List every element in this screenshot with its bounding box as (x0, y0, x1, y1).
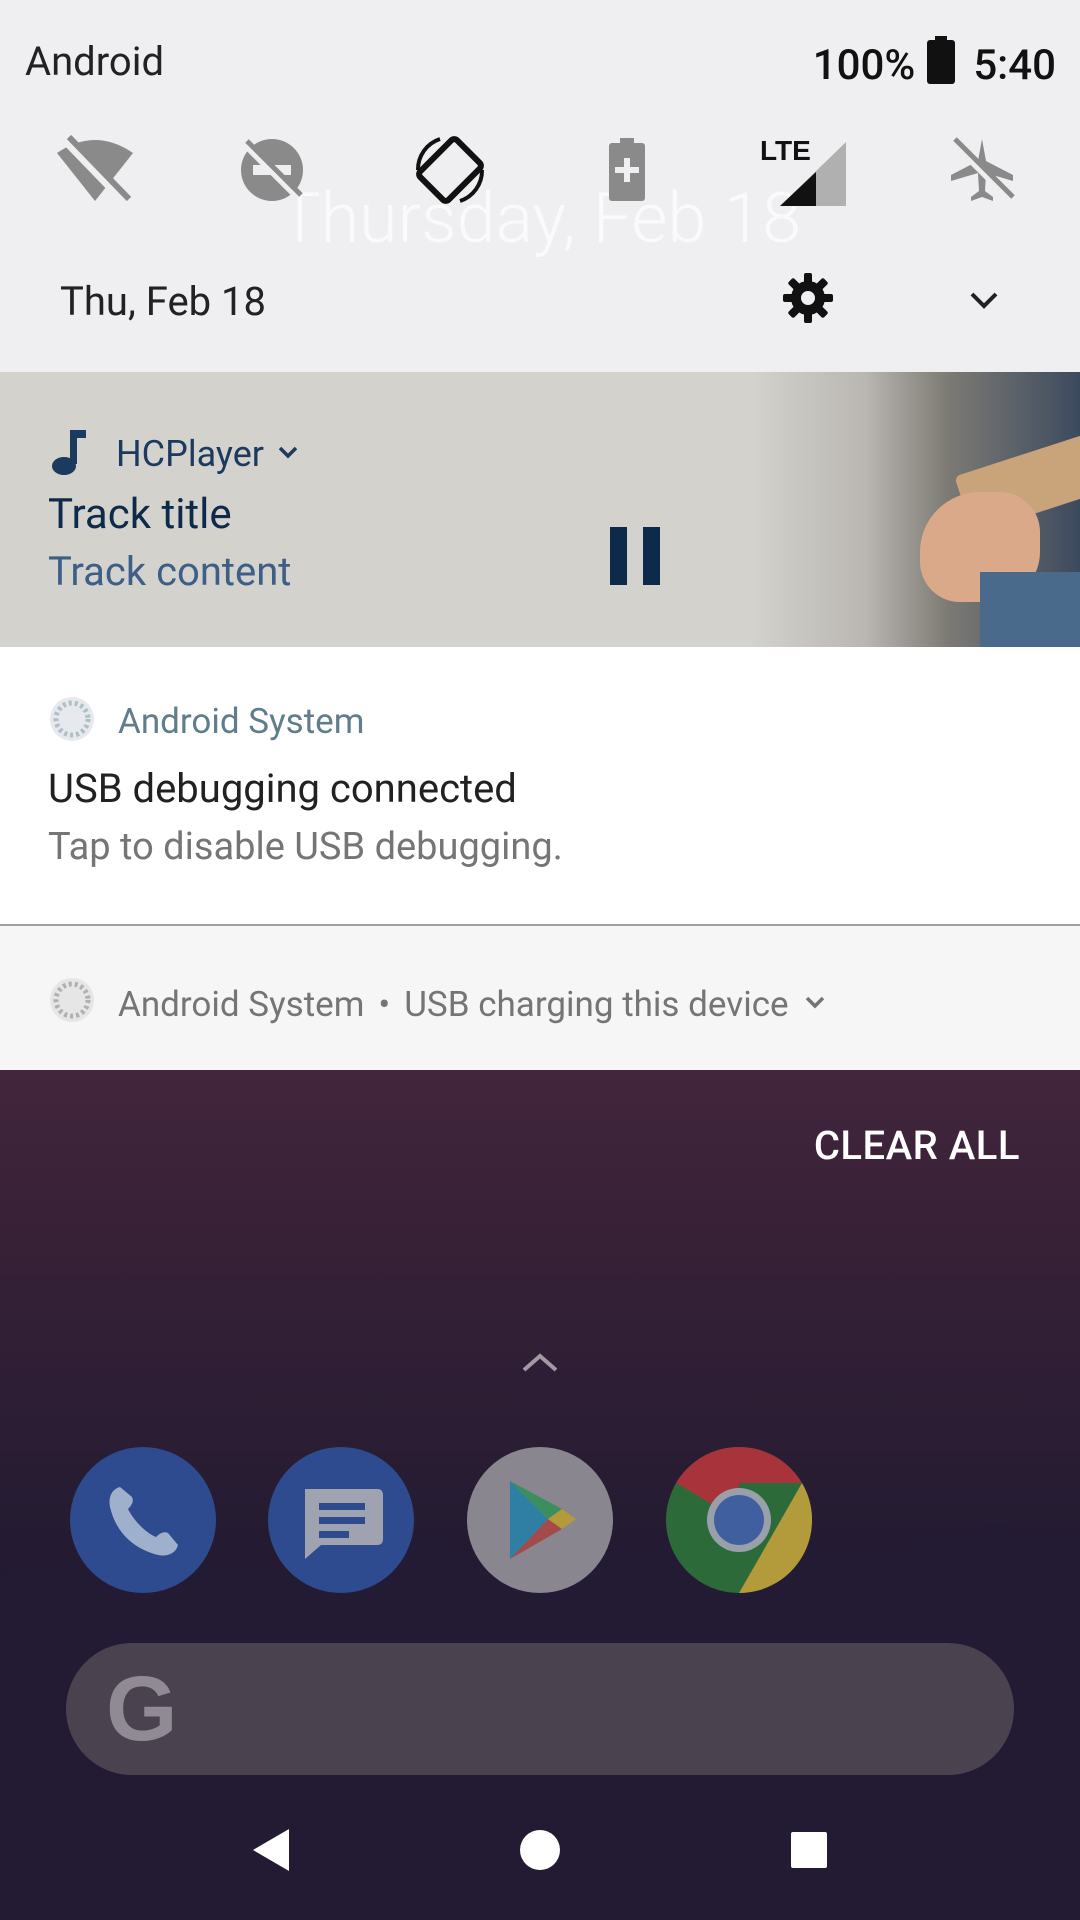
phone-app-icon[interactable] (70, 1447, 216, 1593)
mobile-data-lte-icon[interactable]: LTE (755, 120, 855, 220)
do-not-disturb-off-icon[interactable] (222, 120, 322, 220)
clock: 5:40 (973, 41, 1056, 90)
battery-percent: 100% (812, 41, 916, 90)
notification-app-name: Android System (118, 984, 365, 1025)
quick-settings-tiles: LTE (0, 120, 1080, 220)
quick-settings-panel: Thursday, Feb 18 Android 100% 5:40 LTE T… (0, 0, 1080, 372)
notification-text: Tap to disable USB debugging. (48, 825, 563, 869)
usb-charging-notification[interactable]: Android System • USB charging this devic… (0, 926, 1080, 1070)
app-drawer-caret-icon[interactable] (520, 1350, 560, 1378)
messages-app-icon[interactable] (268, 1447, 414, 1593)
battery-icon (927, 36, 956, 95)
auto-rotate-icon[interactable] (400, 120, 500, 220)
qs-date: Thu, Feb 18 (60, 278, 266, 325)
media-app-header[interactable]: HCPlayer (48, 428, 302, 480)
chrome-app-icon[interactable] (666, 1447, 812, 1593)
notification-header: Android System • USB charging this devic… (48, 976, 829, 1033)
track-content: Track content (48, 548, 292, 595)
settings-gear-icon[interactable] (782, 272, 834, 328)
notification-summary: USB charging this device (404, 984, 789, 1025)
music-note-icon (48, 428, 88, 480)
airplane-mode-off-icon[interactable] (932, 120, 1032, 220)
pause-icon[interactable] (610, 527, 660, 589)
notification-title: USB debugging connected (48, 765, 517, 812)
carrier-label: Android (25, 38, 165, 85)
notification-app-name: Android System (118, 700, 365, 742)
clear-all-button[interactable]: CLEAR ALL (814, 1122, 1020, 1169)
track-title: Track title (48, 490, 232, 539)
home-nav-icon[interactable] (510, 1820, 570, 1880)
android-system-icon (48, 695, 96, 747)
media-app-name: HCPlayer (116, 433, 264, 475)
album-art (750, 372, 1080, 647)
notification-header: Android System (48, 695, 364, 747)
recents-nav-icon[interactable] (779, 1820, 839, 1880)
play-store-app-icon[interactable] (467, 1447, 613, 1593)
google-search-bar[interactable]: G (66, 1643, 1014, 1775)
android-system-icon (48, 976, 96, 1033)
wifi-off-icon[interactable] (45, 120, 145, 220)
separator-dot: • (378, 984, 391, 1025)
chevron-down-icon[interactable] (801, 984, 829, 1025)
media-notification[interactable]: HCPlayer Track title Track content (0, 372, 1080, 647)
quick-settings-footer: Thu, Feb 18 (0, 268, 1080, 338)
lte-label: LTE (760, 135, 811, 166)
google-g-icon: G (106, 1658, 178, 1760)
back-nav-icon[interactable] (241, 1820, 301, 1880)
battery-saver-icon[interactable] (577, 120, 677, 220)
usb-debugging-notification[interactable]: Android System USB debugging connected T… (0, 647, 1080, 924)
expand-chevron-down-icon[interactable] (962, 278, 1006, 326)
chevron-down-icon (274, 438, 302, 470)
status-icons: 100% 5:40 (813, 36, 1056, 95)
